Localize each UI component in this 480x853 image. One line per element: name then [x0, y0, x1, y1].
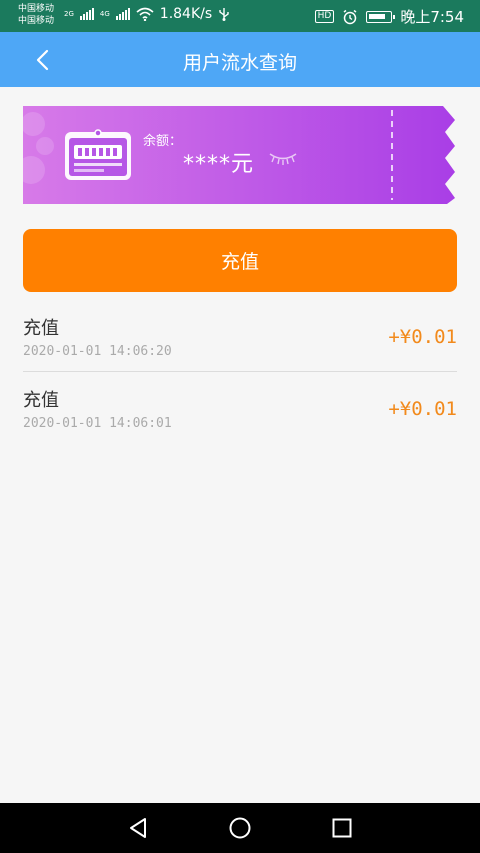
alarm-icon [343, 9, 357, 24]
balance-value: ****元 [183, 152, 255, 177]
square-recents-icon [332, 818, 352, 838]
transaction-list: 充值 2020-01-01 14:06:20 +¥0.01 充值 2020-01… [23, 300, 457, 444]
status-right: HD 晚上7:54 [314, 6, 464, 27]
nav-home-button[interactable] [225, 813, 255, 843]
system-nav-bar [0, 803, 480, 853]
transaction-time: 2020-01-01 14:06:20 [23, 344, 172, 359]
triangle-back-icon [130, 818, 146, 838]
usb-icon [219, 8, 229, 21]
wallet-card-icon [65, 129, 131, 180]
transaction-type: 充值 [23, 318, 59, 339]
eye-closed-icon[interactable] [268, 151, 298, 165]
net-type-2: 4G [99, 10, 110, 18]
carrier-names: 中国移动 中国移动 [18, 3, 54, 27]
nav-back-button[interactable] [123, 813, 153, 843]
balance-label: 余额： [143, 134, 183, 149]
transaction-time: 2020-01-01 14:06:01 [23, 416, 172, 431]
balance-card: 余额： ****元 [23, 106, 457, 204]
list-item[interactable]: 充值 2020-01-01 14:06:01 +¥0.01 [23, 372, 457, 444]
transaction-amount: +¥0.01 [388, 398, 457, 420]
nav-recents-button[interactable] [327, 813, 357, 843]
signal-icon [79, 8, 94, 20]
carrier-1: 中国移动 [18, 4, 55, 14]
recharge-button[interactable]: 充值 [23, 229, 457, 292]
app-bar: 用户流水查询 [0, 32, 480, 87]
network-indicators: 2G 4G 1.84K/s [64, 6, 230, 22]
circle-home-icon [229, 817, 251, 839]
transaction-amount: +¥0.01 [388, 326, 457, 348]
status-bar: 中国移动 中国移动 2G 4G 1.84K/s HD 晚上7:54 [0, 0, 480, 32]
signal-icon-2 [115, 8, 130, 20]
battery-icon [366, 10, 396, 23]
network-speed: 1.84K/s [159, 6, 213, 22]
clock: 晚上7:54 [400, 8, 464, 26]
page-title: 用户流水查询 [182, 52, 297, 74]
wifi-icon [136, 7, 154, 21]
net-type-1: 2G [64, 10, 74, 18]
list-item[interactable]: 充值 2020-01-01 14:06:20 +¥0.01 [23, 300, 457, 372]
carrier-2: 中国移动 [18, 16, 55, 26]
transaction-type: 充值 [23, 390, 59, 411]
hd-badge: HD [314, 10, 335, 23]
